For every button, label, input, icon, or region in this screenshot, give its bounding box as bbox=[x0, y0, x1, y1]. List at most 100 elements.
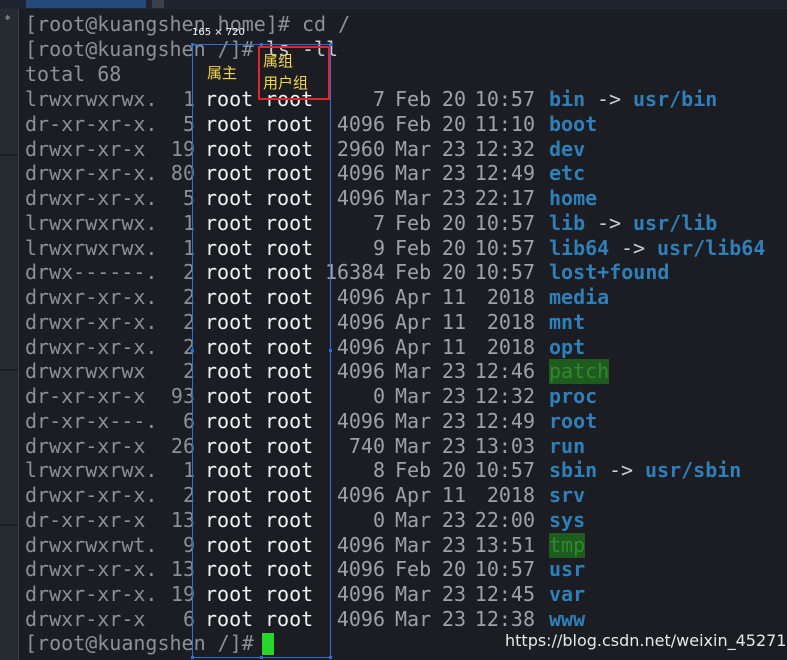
sidebar-divider bbox=[0, 524, 18, 526]
cell-arrow: -> bbox=[609, 458, 634, 483]
cell-size: 0 bbox=[372, 507, 385, 532]
cell-size: 4096 bbox=[336, 285, 385, 309]
window-title-bar bbox=[0, 0, 787, 9]
cell-name: usr bbox=[549, 557, 586, 582]
cell-perm: drwxr-xr-x. bbox=[25, 285, 158, 309]
cell-mon: Mar bbox=[395, 606, 432, 631]
cell-size: 4096 bbox=[336, 582, 385, 606]
cell-links: 93 bbox=[170, 384, 195, 408]
window-tab-close[interactable] bbox=[152, 0, 164, 8]
selection-handle[interactable] bbox=[329, 656, 332, 659]
cell-links: 1 bbox=[182, 210, 195, 235]
cell-mon: Mar bbox=[395, 507, 432, 532]
cell-mon: Mar bbox=[395, 582, 432, 606]
cell-links: 2 bbox=[182, 483, 195, 507]
cell-size: 4096 bbox=[336, 161, 385, 186]
cell-time: 10:57 bbox=[474, 210, 535, 235]
cell-time: 12:49 bbox=[474, 161, 535, 186]
cell-name: lost+found bbox=[549, 260, 670, 285]
cell-size: 4096 bbox=[336, 309, 385, 334]
cell-mon: Mar bbox=[395, 532, 432, 557]
cell-day: 20 bbox=[441, 458, 466, 483]
cell-target: usr/lib64 bbox=[657, 235, 766, 260]
cell-arrow: -> bbox=[597, 87, 622, 111]
cell-perm: drwxrwxrwt. bbox=[25, 532, 158, 557]
cell-target: usr/sbin bbox=[645, 458, 742, 483]
cell-time: 12:32 bbox=[474, 136, 535, 161]
cell-mon: Apr bbox=[395, 285, 432, 309]
cell-day: 23 bbox=[441, 507, 466, 532]
cell-time: 10:57 bbox=[474, 557, 535, 582]
cell-size: 2960 bbox=[336, 136, 385, 161]
cell-day: 23 bbox=[441, 582, 466, 606]
cell-perm: dr-xr-xr-x bbox=[25, 384, 146, 408]
cell-day: 23 bbox=[441, 384, 466, 408]
group-annotation-line2: 用户组 bbox=[263, 74, 309, 92]
cell-mon: Apr bbox=[395, 334, 432, 359]
selection-handle[interactable] bbox=[191, 43, 194, 46]
cell-perm: drwx------. bbox=[25, 260, 158, 285]
window-tab[interactable] bbox=[26, 0, 146, 8]
cell-day: 23 bbox=[441, 532, 466, 557]
cell-name: lib64 bbox=[549, 235, 610, 260]
cell-time: 13:03 bbox=[474, 433, 535, 458]
cell-size: 7 bbox=[372, 87, 385, 111]
cell-mon: Feb bbox=[395, 557, 432, 582]
cell-mon: Feb bbox=[395, 87, 432, 111]
cell-perm: drwxr-xr-x. bbox=[25, 557, 158, 582]
selection-rectangle[interactable] bbox=[192, 44, 331, 658]
cell-perm: dr-xr-x---. bbox=[25, 408, 158, 433]
gear-icon[interactable]: ✱ bbox=[5, 14, 12, 23]
cell-day: 23 bbox=[441, 161, 466, 186]
cell-size: 4096 bbox=[336, 557, 385, 582]
cell-name: boot bbox=[549, 111, 598, 136]
cell-time: 10:57 bbox=[474, 87, 535, 111]
cell-size: 7 bbox=[372, 210, 385, 235]
cell-mon: Feb bbox=[395, 111, 432, 136]
cell-links: 2 bbox=[182, 359, 195, 384]
prompt-ls-head: [root@kuangshe bbox=[25, 37, 194, 61]
cell-mon: Mar bbox=[395, 161, 432, 186]
cell-perm: drwxr-xr-x. bbox=[25, 483, 158, 507]
cell-time: 2018 bbox=[486, 285, 535, 309]
cell-name: srv bbox=[549, 483, 586, 507]
cell-day: 20 bbox=[441, 210, 466, 235]
selection-handle[interactable] bbox=[329, 349, 332, 352]
cell-mon: Mar bbox=[395, 408, 432, 433]
cell-mon: Mar bbox=[395, 384, 432, 408]
cell-links: 9 bbox=[182, 532, 195, 557]
sidebar-divider bbox=[0, 369, 18, 371]
cell-mon: Feb bbox=[395, 235, 432, 260]
cell-day: 20 bbox=[441, 557, 466, 582]
cell-links: 19 bbox=[170, 582, 195, 606]
prompt-cd: [root@kuangshen home]# cd / bbox=[25, 12, 351, 36]
cell-links: 6 bbox=[182, 606, 195, 631]
cell-day: 23 bbox=[441, 359, 466, 384]
cell-day: 11 bbox=[441, 309, 466, 334]
cell-links: 19 bbox=[170, 136, 195, 161]
cell-links: 2 bbox=[182, 260, 195, 285]
cell-day: 23 bbox=[441, 136, 466, 161]
cell-day: 20 bbox=[441, 260, 466, 285]
cell-size: 4096 bbox=[336, 359, 385, 384]
selection-handle[interactable] bbox=[191, 349, 194, 352]
cell-name: opt bbox=[549, 334, 586, 359]
cell-time: 2018 bbox=[486, 309, 535, 334]
cell-time: 12:49 bbox=[474, 408, 535, 433]
selection-handle[interactable] bbox=[191, 656, 194, 659]
sidebar-divider bbox=[0, 154, 18, 156]
cell-links: 1 bbox=[182, 235, 195, 260]
cell-name: mnt bbox=[549, 309, 586, 334]
cell-perm: drwxr-xr-x bbox=[25, 136, 146, 161]
cell-perm: lrwxrwxrwx. bbox=[25, 235, 158, 260]
cell-mon: Apr bbox=[395, 483, 432, 507]
cell-perm: drwxr-xr-x bbox=[25, 606, 146, 631]
cell-perm: drwxr-xr-x. bbox=[25, 334, 158, 359]
cell-name: media bbox=[549, 285, 610, 309]
cell-mon: Mar bbox=[395, 136, 432, 161]
cell-name: proc bbox=[549, 384, 598, 408]
cell-time: 12:32 bbox=[474, 384, 535, 408]
selection-handle[interactable] bbox=[260, 656, 263, 659]
owner-annotation: 属主 bbox=[207, 64, 238, 82]
cell-name: bin bbox=[549, 87, 586, 111]
